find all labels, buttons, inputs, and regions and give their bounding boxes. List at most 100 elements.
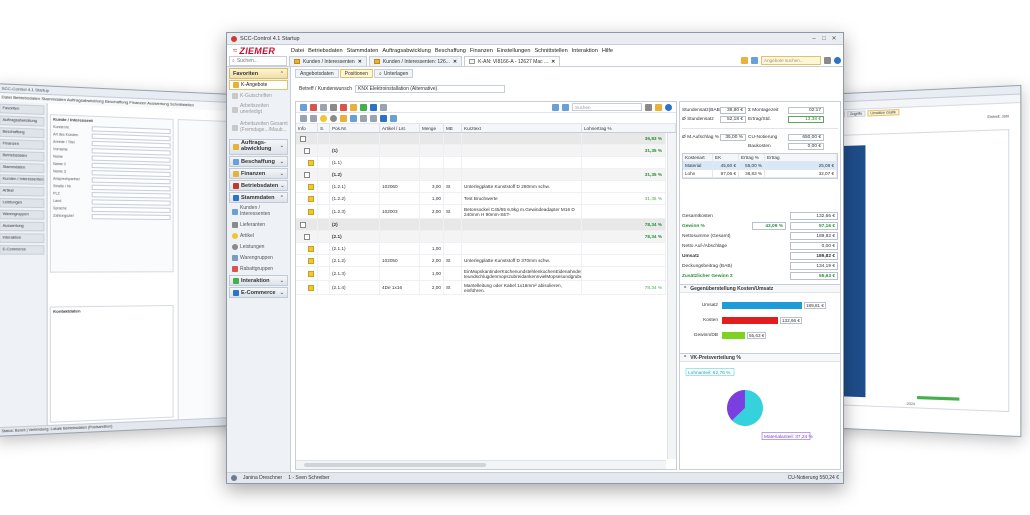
title-icon[interactable] bbox=[310, 114, 317, 122]
grid-column-header[interactable]: Menge bbox=[420, 124, 444, 132]
close-tab-icon[interactable]: ✕ bbox=[551, 59, 555, 65]
table-row[interactable]: (1.1) bbox=[296, 157, 666, 169]
new-position-icon[interactable] bbox=[300, 103, 307, 111]
table-row[interactable]: 36,83 % bbox=[296, 133, 666, 145]
table-row[interactable]: (1.2.2) 1,00 Test Bruchwerte 31,35 % bbox=[296, 193, 666, 205]
sidebar-item[interactable]: Kunden / Interessenten bbox=[0, 174, 45, 185]
minimize-button[interactable]: – bbox=[809, 36, 819, 42]
lightbulb-icon[interactable] bbox=[320, 114, 327, 122]
menu-item[interactable]: Stammdaten bbox=[347, 48, 379, 54]
sidebar-item[interactable]: Warengruppen bbox=[0, 209, 45, 220]
menu-item[interactable]: Datei bbox=[291, 48, 304, 54]
doc-tab-customers[interactable]: Kunden / Interessenten ✕ bbox=[289, 56, 367, 66]
scroll-thumb[interactable] bbox=[304, 463, 486, 467]
table-row[interactable]: (1.2.1) 102060 3,00 St Unterlegplatte Kunsts… bbox=[296, 181, 666, 193]
offer-search-input[interactable]: Angebote suchen... bbox=[761, 56, 821, 65]
nav-group-finanzen[interactable]: Finanzen ⌄ bbox=[229, 168, 288, 179]
vertical-scrollbar[interactable] bbox=[667, 133, 676, 459]
nav-group-ecommerce[interactable]: E-Commerce ⌄ bbox=[229, 287, 288, 298]
nav-item-arbeitszeiten-unerledigt[interactable]: Arbeitszeiten unerledigt bbox=[229, 102, 288, 117]
binoculars-icon[interactable] bbox=[645, 103, 652, 111]
sidebar-item[interactable]: Finanzen bbox=[0, 138, 45, 150]
sidebar-item[interactable]: Favoriten bbox=[0, 103, 45, 115]
markup-value[interactable]: 35,00 % bbox=[720, 134, 746, 141]
sidebar-item[interactable]: Auftragsabwicklung bbox=[0, 115, 45, 127]
edit-icon[interactable] bbox=[655, 103, 662, 111]
form-field[interactable] bbox=[91, 176, 171, 184]
menu-item[interactable]: Auftragsabwicklung bbox=[382, 48, 431, 54]
collapse-icon[interactable] bbox=[562, 103, 569, 111]
table-row[interactable]: (1.2) 31,35 % bbox=[296, 169, 666, 181]
table-row[interactable]: (2) 78,34 % bbox=[296, 219, 666, 231]
table-row[interactable]: (2.1.3) 1,00 EinMopskantinderKüchenundsteh… bbox=[296, 267, 666, 281]
image-icon[interactable] bbox=[360, 103, 367, 111]
sidebar-item[interactable]: E-Commerce bbox=[0, 245, 45, 255]
grid-column-header[interactable]: ME bbox=[444, 124, 462, 132]
table-row[interactable]: (2.1) 78,34 % bbox=[296, 231, 666, 243]
grid-column-header[interactable]: Artikel / Lst. bbox=[380, 124, 420, 132]
binoculars-icon[interactable] bbox=[824, 57, 831, 64]
table-row[interactable]: (2.1.1) 1,00 bbox=[296, 243, 666, 255]
form-field[interactable] bbox=[91, 191, 171, 199]
construction-cost-value[interactable]: 0,00 € bbox=[788, 143, 824, 150]
grid-column-header[interactable]: Info bbox=[296, 124, 318, 132]
nav-search-input[interactable]: ⌕ Suchen... bbox=[229, 56, 287, 66]
close-tab-icon[interactable]: ✕ bbox=[358, 59, 362, 65]
sidebar-item[interactable]: Interaktion bbox=[0, 233, 45, 244]
nav-group-betriebsdaten[interactable]: Betriebsdaten ⌄ bbox=[229, 180, 288, 191]
comparison-section-header[interactable]: ⌃ Gegenüberstellung Kosten/Umsatz bbox=[680, 284, 840, 293]
nav-item-lieferanten[interactable]: Lieferanten bbox=[229, 220, 288, 230]
doc-tab-customer-detail[interactable]: Kunden / Interessenten: 126... ✕ bbox=[368, 56, 463, 66]
nav-item-arbeitszeiten-gesamt[interactable]: Arbeitszeiten Gesamt (Fremdage.../Maub..… bbox=[229, 118, 288, 138]
status-user[interactable]: Janina Dreschner bbox=[243, 475, 282, 481]
grid-column-header[interactable]: Lohnertrag % bbox=[582, 124, 676, 132]
sidebar-item[interactable]: Beschaffung bbox=[0, 127, 45, 139]
cut-icon[interactable] bbox=[340, 103, 347, 111]
menu-item[interactable]: Beschaffung bbox=[435, 48, 466, 54]
menu-item[interactable]: Betriebsdaten bbox=[308, 48, 343, 54]
sidebar-item[interactable]: Stammdaten bbox=[0, 162, 45, 174]
menu-item[interactable]: Interaktion bbox=[572, 48, 598, 54]
calculator-icon[interactable] bbox=[330, 103, 337, 111]
form-field[interactable] bbox=[91, 198, 171, 206]
gear-icon[interactable] bbox=[330, 114, 337, 122]
delete-icon[interactable] bbox=[310, 103, 317, 111]
table-icon[interactable] bbox=[350, 114, 357, 122]
nav-item-warengruppen[interactable]: Warengruppen bbox=[229, 253, 288, 263]
close-tab-icon[interactable]: ✕ bbox=[453, 59, 457, 65]
image-icon[interactable] bbox=[390, 114, 397, 122]
cost-table-row[interactable]: Material 45,60 €55,00 % 25,08 € bbox=[683, 162, 837, 170]
cart-icon[interactable] bbox=[380, 114, 387, 122]
tab-unterlagen[interactable]: ⌕ Unterlagen bbox=[374, 69, 414, 78]
nav-group-favoriten[interactable]: Favoriten ⌃ bbox=[229, 68, 288, 79]
paste-icon[interactable] bbox=[350, 103, 357, 111]
sidebar-item[interactable]: Auswertung bbox=[0, 221, 45, 232]
grid-column-header[interactable]: Kurztext bbox=[462, 124, 582, 132]
nav-group-interaktion[interactable]: Interaktion ⌄ bbox=[229, 275, 288, 286]
tab-positionen[interactable]: Positionen bbox=[339, 69, 373, 78]
grid-search-input[interactable]: Suchen bbox=[572, 103, 642, 111]
nav-item-leistungen[interactable]: Leistungen bbox=[229, 242, 288, 252]
copy-icon[interactable] bbox=[320, 103, 327, 111]
form-field[interactable] bbox=[91, 184, 171, 191]
cost-table-row[interactable]: Lohn 87,06 €36,83 % 32,07 € bbox=[683, 170, 837, 178]
sum-icon[interactable] bbox=[370, 114, 377, 122]
grid-column-header[interactable]: Pos.Nr. bbox=[330, 124, 380, 132]
grid-column-header[interactable]: S. bbox=[318, 124, 330, 132]
text-icon[interactable] bbox=[380, 103, 387, 111]
refresh-icon[interactable] bbox=[370, 103, 377, 111]
chart-tab[interactable]: Zugriffe bbox=[846, 110, 866, 118]
filter-icon[interactable] bbox=[751, 57, 758, 64]
help-icon[interactable] bbox=[665, 103, 672, 111]
settings-icon[interactable] bbox=[741, 57, 748, 64]
nav-item-k-angebote[interactable]: K-Angebote bbox=[229, 80, 288, 90]
sidebar-item[interactable]: Artikel bbox=[0, 186, 45, 197]
table-row[interactable]: (1) 31,35 % bbox=[296, 145, 666, 157]
nav-item-rabattgruppen[interactable]: Rabattgruppen bbox=[229, 264, 288, 274]
group-icon[interactable] bbox=[300, 114, 307, 122]
doc-tab-offer[interactable]: K-AN: VI8166-A - 12627 Mac ... ✕ bbox=[464, 56, 561, 66]
sidebar-item[interactable]: Leistungen bbox=[0, 197, 45, 209]
subject-field[interactable]: KNX Elektroinstallation (Alternative) bbox=[355, 85, 505, 93]
menu-item[interactable]: Finanzen bbox=[470, 48, 493, 54]
person-icon[interactable] bbox=[340, 114, 347, 122]
